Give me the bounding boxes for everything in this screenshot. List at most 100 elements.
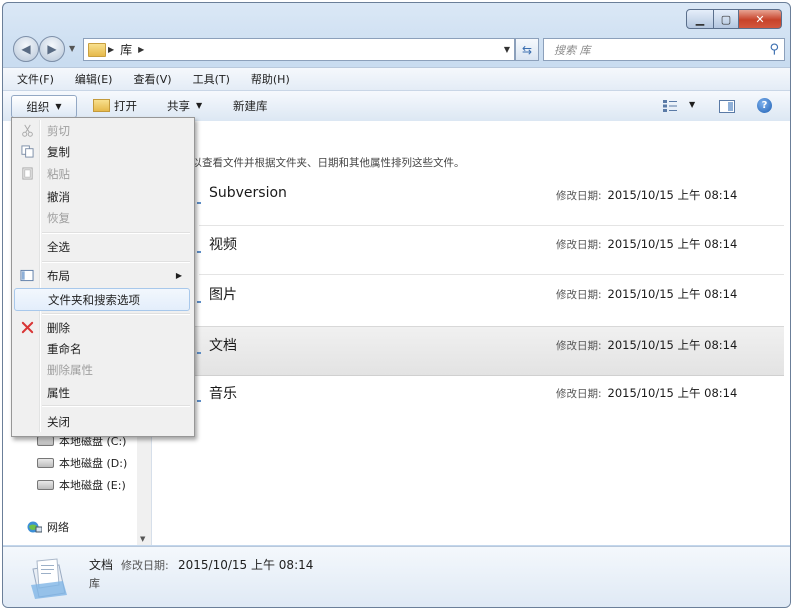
breadcrumb-chevron-icon[interactable]: ▶ [108,45,114,54]
paste-icon [20,167,34,181]
nav-drive-e[interactable]: 本地磁盘 (E:) [37,477,126,493]
nav-drive-d[interactable]: 本地磁盘 (D:) [37,455,127,471]
library-date-label: 修改日期: [556,340,602,352]
library-date-label: 修改日期: [556,289,602,301]
help-icon[interactable]: ? [757,98,772,113]
maximize-button[interactable]: ▢ [714,9,739,29]
menu-item-label: 文件夹和搜索选项 [48,292,140,307]
back-button[interactable]: ◀ [13,36,39,62]
chevron-down-icon: ▼ [55,102,62,111]
menu-bar: 文件(F) 编辑(E) 查看(V) 工具(T) 帮助(H) [3,67,790,90]
library-date: 修改日期: 2015/10/15 上午 08:14 [556,337,737,353]
copy-icon [20,145,34,159]
details-item-type: 库 [89,577,100,590]
menu-item-label: 恢复 [47,210,70,225]
address-dropdown-icon[interactable]: ▼ [504,45,510,54]
scissors-icon [20,124,34,138]
menu-edit[interactable]: 编辑(E) [61,71,120,87]
nav-network[interactable]: 网络 [27,519,69,535]
open-button[interactable]: 打开 [93,95,137,116]
menu-item[interactable]: 重命名 [14,338,190,359]
menu-item[interactable]: 属性 [14,382,190,403]
menu-separator [42,405,190,407]
library-name: Subversion [209,185,287,201]
row-divider [199,274,784,275]
menu-separator [42,261,190,263]
library-date-label: 修改日期: [556,388,602,400]
new-library-label: 新建库 [233,98,268,113]
library-icon-edge [197,251,201,253]
library-row[interactable]: Subversion 修改日期: 2015/10/15 上午 08:14 [152,177,784,225]
library-date: 修改日期: 2015/10/15 上午 08:14 [556,385,737,401]
library-info-text: 库以查看文件并根据文件夹、日期和其他属性排列这些文件。 [181,157,465,169]
menu-item[interactable]: 剪切 [14,120,190,141]
library-row[interactable]: 视频 修改日期: 2015/10/15 上午 08:14 [152,226,784,274]
menu-item[interactable]: 布局 ▶ [14,265,190,286]
search-icon[interactable]: ⚲ [769,42,779,57]
address-bar[interactable]: ▶ 库 ▶ ▼ [83,38,515,61]
menu-item[interactable]: 粘贴 [14,163,190,184]
library-date-value: 2015/10/15 上午 08:14 [607,287,738,301]
back-arrow-icon: ◀ [21,42,31,56]
menu-item[interactable]: 关闭 [14,411,190,432]
menu-item[interactable]: 删除 [14,317,190,338]
menu-item-label: 复制 [47,144,70,159]
menu-item-label: 布局 [47,268,70,283]
recent-pages-dropdown-icon[interactable]: ▼ [69,44,75,53]
menu-item[interactable]: 撤消 [14,186,190,207]
delete-x-icon [20,321,34,335]
caption-buttons: ▁ ▢ ✕ [686,9,782,29]
menu-item-label: 全选 [47,239,70,254]
nav-drive-d-label: 本地磁盘 (D:) [59,457,128,470]
network-icon [27,521,42,532]
details-pane: 文档 修改日期: 2015/10/15 上午 08:14 库 [3,546,790,607]
documents-library-icon [31,558,67,599]
library-row[interactable]: 图片 修改日期: 2015/10/15 上午 08:14 [152,276,784,324]
library-icon-edge [197,301,201,303]
view-dropdown-icon[interactable]: ▼ [689,100,695,109]
view-options-icon[interactable] [663,100,677,112]
share-button[interactable]: 共享 ▼ [167,95,202,116]
menu-help[interactable]: 帮助(H) [237,71,297,87]
menu-separator [42,232,190,234]
new-library-button[interactable]: 新建库 [233,95,268,116]
menu-item[interactable]: 全选 [14,236,190,257]
menu-item-label: 重命名 [47,341,82,356]
menu-item[interactable]: 删除属性 [14,359,190,380]
library-date-value: 2015/10/15 上午 08:14 [607,237,738,251]
close-button[interactable]: ✕ [739,9,782,29]
forward-button[interactable]: ▶ [39,36,65,62]
details-date-label: 修改日期: [121,559,169,572]
submenu-arrow-icon: ▶ [175,271,182,280]
menu-item-label: 粘贴 [47,166,70,181]
organize-button[interactable]: 组织 ▼ [11,95,77,118]
preview-pane-icon[interactable] [719,100,735,113]
library-name: 音乐 [209,386,237,402]
library-date: 修改日期: 2015/10/15 上午 08:14 [556,236,737,252]
library-date-label: 修改日期: [556,239,602,251]
breadcrumb-library[interactable]: 库 [120,41,132,58]
open-folder-icon [93,99,110,112]
menu-file[interactable]: 文件(F) [3,71,61,87]
library-row[interactable]: 音乐 修改日期: 2015/10/15 上午 08:14 [152,375,784,423]
menu-tools[interactable]: 工具(T) [179,71,237,87]
drive-icon [37,458,54,468]
menu-item[interactable]: 恢复 [14,207,190,228]
menu-view[interactable]: 查看(V) [119,71,178,87]
details-date-value: 2015/10/15 上午 08:14 [178,558,314,572]
search-input[interactable]: 搜索 库 ⚲ [543,38,785,61]
menu-item[interactable]: 复制 [14,141,190,162]
library-row[interactable]: 文档 修改日期: 2015/10/15 上午 08:14 [152,326,784,376]
breadcrumb-chevron-icon[interactable]: ▶ [138,45,144,54]
menu-item-label: 关闭 [47,414,70,429]
refresh-button[interactable]: ⇆ [515,38,539,61]
library-name: 图片 [209,287,237,303]
library-date-value: 2015/10/15 上午 08:14 [607,188,738,202]
menu-item[interactable]: 文件夹和搜索选项 [14,288,190,311]
minimize-button[interactable]: ▁ [686,9,714,29]
search-placeholder: 搜索 库 [554,43,591,57]
library-icon-edge [197,202,201,204]
menu-item-label: 剪切 [47,123,70,138]
menu-item-label: 属性 [47,385,70,400]
scroll-down-icon[interactable]: ▼ [140,535,145,543]
